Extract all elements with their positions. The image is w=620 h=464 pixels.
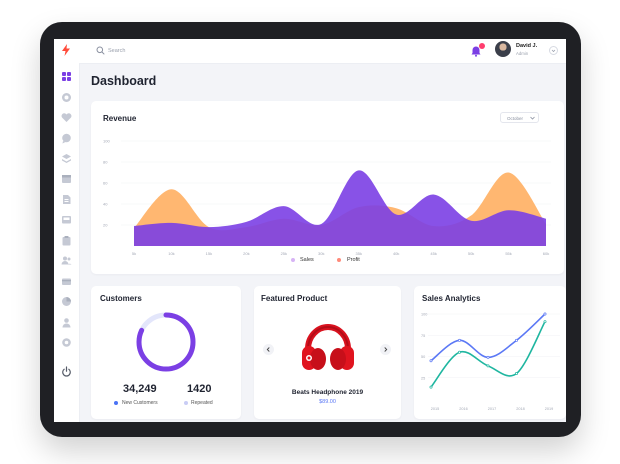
series-1-point <box>515 372 518 375</box>
legend-profit-dot <box>337 258 341 262</box>
avatar[interactable] <box>495 41 511 57</box>
customers-donut <box>136 312 196 372</box>
clipboard-icon[interactable] <box>61 235 72 246</box>
y-tick-label: 20 <box>103 223 108 228</box>
page-title: Dashboard <box>91 74 157 88</box>
y-tick-label: 50 <box>421 355 425 359</box>
repeated-dot <box>184 401 188 405</box>
series-0-point <box>486 355 490 359</box>
x-tick-label: 30k <box>318 251 324 256</box>
product-price: $89.00 <box>319 399 336 405</box>
dashboard-icon[interactable] <box>61 71 72 82</box>
y-tick-label: 60 <box>103 181 108 186</box>
sales-analytics-card: Sales Analytics 25 50 75 100 2015 2016 2017 201… <box>414 286 566 419</box>
x-tick-label: 15k <box>206 251 212 256</box>
series-0-line <box>430 313 546 362</box>
document-icon[interactable] <box>61 194 72 205</box>
new-customers-dot <box>114 401 118 405</box>
user-name: David J. <box>516 43 538 49</box>
y-tick-label: 40 <box>103 202 108 207</box>
series-0-point <box>429 359 433 363</box>
series-1-point <box>543 320 547 324</box>
x-tick-label: 2019 <box>545 407 553 411</box>
sales-analytics-chart: 25 50 75 100 2015 2016 2017 2018 2019 <box>421 312 560 411</box>
search-input[interactable] <box>108 44 248 58</box>
next-product-button[interactable] <box>380 344 391 355</box>
revenue-card: Revenue October 20 40 60 80 100 5k 10k 15k 20k 25… <box>91 101 564 274</box>
sidebar <box>54 39 80 422</box>
chevron-left-icon <box>266 347 270 352</box>
x-tick-label: 5k <box>132 251 136 256</box>
series-1-point <box>486 364 490 368</box>
x-tick-label: 60k <box>543 251 549 256</box>
y-tick-label: 75 <box>421 334 425 338</box>
search-icon <box>96 46 105 55</box>
chevron-right-icon <box>384 347 388 352</box>
power-icon[interactable] <box>61 366 72 377</box>
card-icon[interactable] <box>61 276 72 287</box>
customers-card: Customers 34,249 1420 New Customers Repe… <box>91 286 241 419</box>
y-tick-label: 80 <box>103 160 108 165</box>
repeated-value: 1420 <box>187 383 212 395</box>
series-1-point <box>429 385 433 389</box>
x-tick-label: 45k <box>430 251 436 256</box>
series-1-point <box>458 350 461 354</box>
x-tick-label: 55k <box>505 251 511 256</box>
layers-icon[interactable] <box>61 153 72 164</box>
analytics-icon[interactable] <box>61 92 72 103</box>
app-screen: David J. Admin Dashboard Revenue October… <box>54 39 566 422</box>
x-tick-label: 25k <box>281 251 287 256</box>
y-tick-label: 25 <box>421 376 425 380</box>
series-0-point <box>515 338 518 342</box>
legend-sales-label: Sales <box>300 256 314 263</box>
x-tick-label: 2018 <box>516 407 524 411</box>
topbar: David J. Admin <box>79 39 566 64</box>
repeated-label: Repeated <box>191 399 213 406</box>
x-tick-label: 35k <box>356 251 362 256</box>
legend-sales-dot <box>291 258 295 262</box>
series-0-point <box>458 338 461 342</box>
headphone-image[interactable] <box>298 313 358 377</box>
chat-icon[interactable] <box>61 133 72 144</box>
x-tick-label: 2017 <box>488 407 496 411</box>
legend-profit-label: Profit <box>347 256 360 263</box>
calendar-icon[interactable] <box>61 173 72 184</box>
y-tick-label: 100 <box>421 313 427 317</box>
x-tick-label: 2015 <box>431 407 439 411</box>
featured-product-title: Featured Product <box>261 294 328 303</box>
chevron-down-icon <box>551 49 556 53</box>
product-name: Beats Headphone 2019 <box>291 389 364 396</box>
settings-icon[interactable] <box>61 337 72 348</box>
x-tick-label: 2016 <box>459 407 467 411</box>
x-tick-label: 10k <box>168 251 174 256</box>
user-role: Admin <box>516 51 529 56</box>
user-icon[interactable] <box>61 317 72 328</box>
y-tick-label: 100 <box>103 139 110 144</box>
new-customers-label: New Customers <box>122 399 158 406</box>
revenue-chart: 20 40 60 80 100 5k 10k 15k 20k 25k 30k 35k 40k 45k 50k… <box>103 139 551 256</box>
x-tick-label: 50k <box>468 251 474 256</box>
series-0-point <box>543 312 547 316</box>
chart-pie-icon[interactable] <box>61 296 72 307</box>
notification-badge <box>479 43 485 49</box>
users-icon[interactable] <box>61 255 72 266</box>
inbox-icon[interactable] <box>61 214 72 225</box>
heart-icon[interactable] <box>61 112 72 123</box>
x-tick-label: 40k <box>393 251 399 256</box>
logo-bolt-icon[interactable] <box>60 44 72 56</box>
user-menu-button[interactable] <box>549 46 558 55</box>
new-customers-value: 34,249 <box>123 383 157 395</box>
x-tick-label: 20k <box>243 251 249 256</box>
prev-product-button[interactable] <box>263 344 274 355</box>
featured-product-card: Featured Product Beats Headphone 2019 $8… <box>254 286 401 419</box>
